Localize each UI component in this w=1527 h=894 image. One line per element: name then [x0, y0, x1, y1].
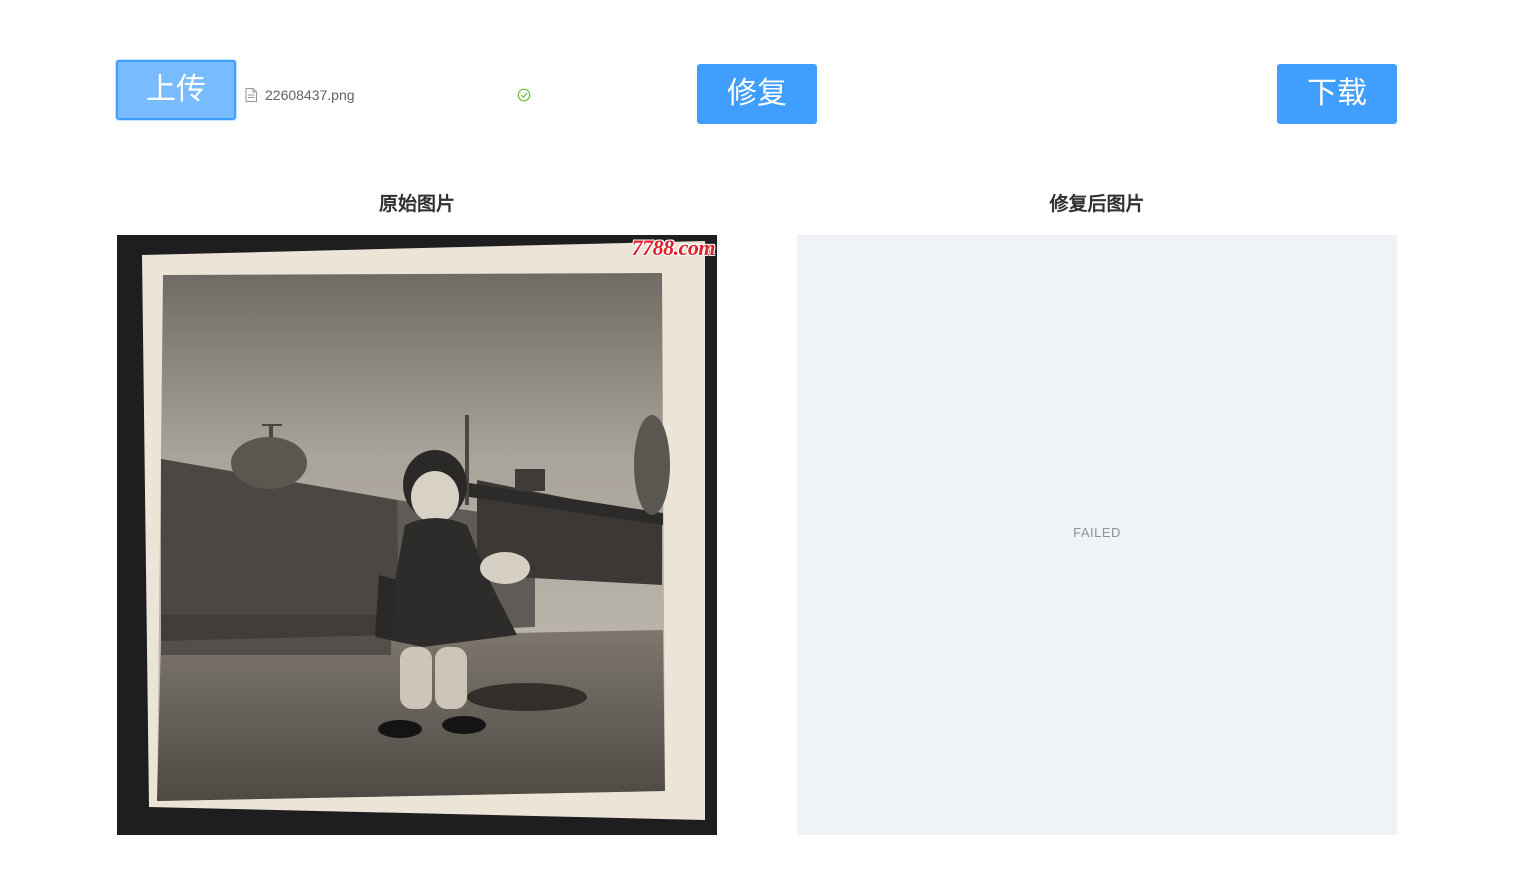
- repaired-image-title: 修复后图片: [1049, 193, 1145, 215]
- repaired-image-placeholder: FAILED: [797, 235, 1397, 835]
- original-image-title: 原始图片: [378, 193, 455, 215]
- repair-status-text: FAILED: [1073, 525, 1121, 540]
- uploaded-file-name: 22608437.png: [265, 87, 355, 103]
- repair-button[interactable]: 修复: [697, 64, 817, 124]
- document-icon: [245, 88, 257, 102]
- watermark-text: 7788.com: [631, 235, 716, 260]
- uploaded-file-item[interactable]: 22608437.png: [245, 84, 535, 106]
- upload-button[interactable]: 上传: [116, 60, 236, 120]
- original-image: 7788.com: [117, 235, 717, 835]
- circle-check-icon: [517, 88, 531, 102]
- download-button[interactable]: 下载: [1277, 64, 1397, 124]
- old-photo-image: [117, 235, 717, 835]
